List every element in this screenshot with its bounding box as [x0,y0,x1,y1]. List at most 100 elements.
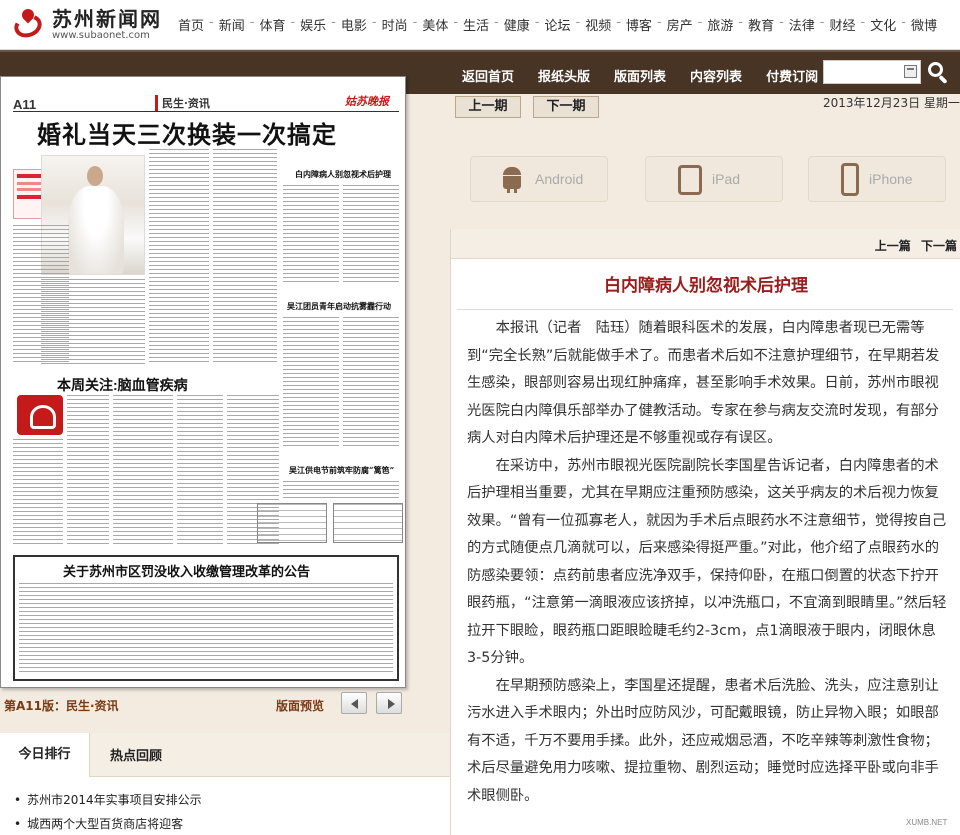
nav-separator: - [901,15,906,30]
prev-page-button[interactable] [341,692,367,714]
paper-subheadline-cataract[interactable]: 白内障病人别忽视术后护理 [295,169,391,180]
nav-item[interactable]: 法律 [789,15,815,34]
hotline-icon [17,395,63,435]
nav-item[interactable]: 教育 [748,15,774,34]
tab-hot-review[interactable]: 热点回顾 [110,745,162,764]
search-button[interactable] [926,61,950,85]
date-search-field[interactable] [823,60,921,84]
ipad-label: iPad [712,171,741,187]
date-search-input[interactable] [824,61,902,83]
nav-item[interactable]: 美体 [422,15,448,34]
content-list-link[interactable]: 内容列表 [690,66,742,85]
next-page-button[interactable] [376,692,402,714]
nav-separator: - [453,15,459,30]
page-list-link[interactable]: 版面列表 [614,66,666,85]
nav-item[interactable]: 生活 [463,15,489,34]
nav-item[interactable]: 视频 [585,15,611,34]
paper-subheadline-youth[interactable]: 吴江团员青年启动抗雾霾行动 [287,301,391,312]
site-name: 苏州新闻网 [52,7,162,31]
paper-table [257,503,327,543]
nav-item[interactable]: 娱乐 [300,15,326,34]
nav-separator: - [249,15,255,30]
nav-item[interactable]: 财经 [830,15,856,34]
nav-item[interactable]: 博客 [626,15,652,34]
nav-separator: - [656,15,662,30]
article-panel: 上一篇 下一篇 白内障病人别忽视术后护理 本报讯（记者 陆珏）随着眼科医术的发展… [450,229,960,835]
article-title: 白内障病人别忽视术后护理 [604,276,808,296]
issue-date: 2013年12月23日 星期一 [823,96,960,110]
nav-separator: - [860,15,866,30]
article-paragraph: 在采访中，苏州市眼视光医院副院长李国星告诉记者，白内障患者的术后护理相当重要，尤… [467,457,947,667]
android-app-button[interactable]: Android [470,156,608,202]
nav-separator: - [412,15,418,30]
layout-preview-label: 版面预览 [276,699,325,713]
paper-table [333,503,403,543]
home-link[interactable]: 返回首页 [462,66,514,85]
calendar-icon[interactable] [904,65,917,78]
top-bar: 苏州新闻网 www.subaonet.com 首页 - 新闻 - 体育 - 娱乐 - 电影 - 时尚… [0,0,960,50]
iphone-icon [841,163,859,196]
nav-item[interactable]: 体育 [259,15,285,34]
nav-separator: - [819,15,825,30]
iphone-label: iPhone [869,171,913,187]
nav-separator: - [494,15,499,30]
site-logo[interactable]: 苏州新闻网 www.subaonet.com [10,6,162,44]
nav-item[interactable]: 新闻 [219,15,245,34]
tab-today-ranking[interactable]: 今日排行 [0,733,90,777]
nav-item[interactable]: 旅游 [707,15,733,34]
ipad-app-button[interactable]: iPad [645,156,783,202]
subscribe-link[interactable]: 付费订阅 [766,66,818,85]
article-paragraph: 本报讯（记者 陆珏）随着眼科医术的发展，白内障患者现已无需等到“完全长熟”后就能… [467,320,940,446]
nav-separator: - [371,15,377,30]
nav-item[interactable]: 健康 [504,15,530,34]
nav-separator: - [331,15,336,30]
watermark: XUMB.NET [906,818,948,827]
nav-separator: - [575,15,581,30]
prev-article-link[interactable]: 上一篇 [875,239,911,253]
logo-mark-icon [10,6,46,43]
nav-separator: - [697,15,703,30]
paper-page-number: A11 [13,97,37,112]
nav-separator: - [534,15,540,30]
paper-masthead-logo: 姑苏晚报 [345,95,389,108]
ipad-icon [678,165,702,195]
article-paragraph: 在早期预防感染上，李国星还提醒，患者术后洗脸、洗头，应注意别让污水进入手术眼内；… [467,677,939,804]
nav-item[interactable]: 文化 [870,15,896,34]
paper-section-label: 民生·资讯 [155,95,210,111]
next-article-link[interactable]: 下一篇 [921,239,957,253]
nav-separator: - [290,15,296,30]
page-caption: 第A11版：民生·资讯 [4,699,119,713]
nav-separator: - [209,15,214,30]
list-item[interactable]: 城西两个大型百货商店将迎客 [14,815,202,835]
newspaper-page-image[interactable]: A11 民生·资讯 姑苏晚报 婚礼当天三次换装一次搞定 白内障病人别忽视术后护理… [0,76,406,688]
next-issue-button[interactable]: 下一期 [533,96,599,118]
paper-notice[interactable]: 关于苏州市区罚没收入收缴管理改革的公告 [13,555,399,681]
paper-headline[interactable]: 婚礼当天三次换装一次搞定 [37,115,337,150]
android-label: Android [535,171,584,187]
nav-separator: - [738,15,744,30]
paper-focus-headline[interactable]: 本周关注:脑血管疾病 [57,375,188,395]
nav-item[interactable]: 电影 [341,15,367,34]
iphone-app-button[interactable]: iPhone [808,156,946,202]
nav-item[interactable]: 房产 [667,15,693,34]
nav-item[interactable]: 时尚 [382,15,408,34]
toolbar-links: 返回首页 报纸头版 版面列表 内容列表 付费订阅 [462,66,818,85]
ranking-list: 苏州市2014年实事项目安排公示 城西两个大型百货商店将迎客 [14,791,202,835]
article-body: 本报讯（记者 陆珏）随着眼科医术的发展，白内障患者现已无需等到“完全长熟”后就能… [467,315,947,810]
nav-item[interactable]: 论坛 [544,15,570,34]
article-nav: 上一篇 下一篇 [451,229,960,259]
nav-separator: - [616,15,621,30]
site-url: www.subaonet.com [52,30,150,41]
paper-subheadline-power[interactable]: 吴江供电节前筑牢防腐“篱笆” [289,465,395,476]
front-page-link[interactable]: 报纸头版 [538,66,590,85]
nav-item[interactable]: 首页 [178,15,204,34]
main-nav: 首页 - 新闻 - 体育 - 娱乐 - 电影 - 时尚 - 美体 - 生活 - 健康 - 论坛 - 视频 - 博客 - 房产 - 旅… [178,15,937,34]
paper-notice-headline: 关于苏州市区罚没收入收缴管理改革的公告 [63,564,311,579]
nav-item[interactable]: 微博 [911,15,937,34]
list-item[interactable]: 苏州市2014年实事项目安排公示 [14,791,202,815]
nav-separator: - [779,15,784,30]
prev-issue-button[interactable]: 上一期 [455,96,521,118]
android-icon [501,167,523,193]
ranking-panel: 今日排行 热点回顾 苏州市2014年实事项目安排公示 城西两个大型百货商店将迎客 [0,733,450,835]
ranking-tabs: 今日排行 热点回顾 [0,733,450,777]
